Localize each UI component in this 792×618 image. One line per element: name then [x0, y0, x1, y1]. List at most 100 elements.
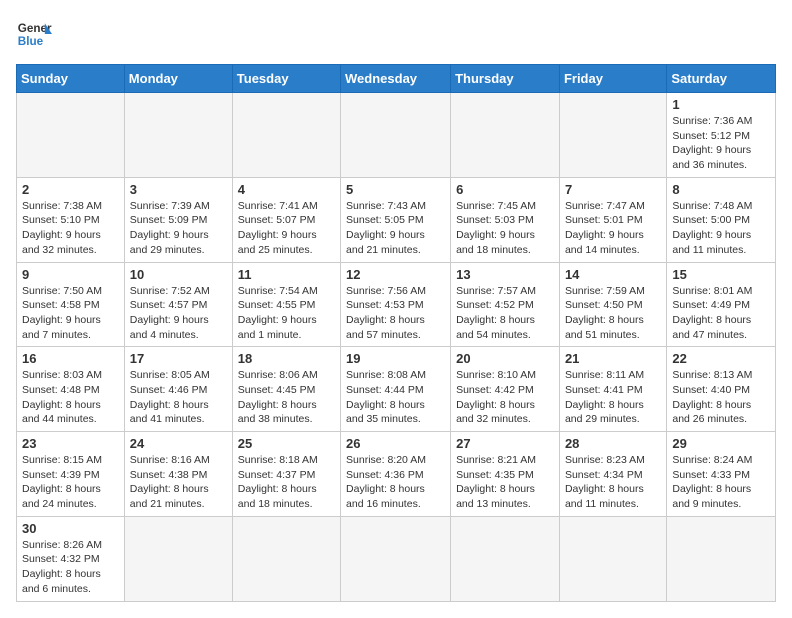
- day-cell: [451, 516, 560, 601]
- day-info: Sunrise: 7:45 AM Sunset: 5:03 PM Dayligh…: [456, 199, 554, 258]
- day-number: 7: [565, 182, 661, 197]
- week-row-2: 2Sunrise: 7:38 AM Sunset: 5:10 PM Daylig…: [17, 177, 776, 262]
- day-info: Sunrise: 7:41 AM Sunset: 5:07 PM Dayligh…: [238, 199, 335, 258]
- week-row-1: 1 Sunrise: 7:36 AM Sunset: 5:12 PM Daylig…: [17, 93, 776, 178]
- day-number: 12: [346, 267, 445, 282]
- day-cell: [124, 93, 232, 178]
- weekday-header-sunday: Sunday: [17, 65, 125, 93]
- day-cell: 29Sunrise: 8:24 AM Sunset: 4:33 PM Dayli…: [667, 432, 776, 517]
- day-number: 8: [672, 182, 770, 197]
- day-number: 6: [456, 182, 554, 197]
- weekday-header-saturday: Saturday: [667, 65, 776, 93]
- day-number: 18: [238, 351, 335, 366]
- day-info: Sunrise: 7:48 AM Sunset: 5:00 PM Dayligh…: [672, 199, 770, 258]
- weekday-header-tuesday: Tuesday: [232, 65, 340, 93]
- week-row-5: 23 Sunrise: 8:15 AM Sunset: 4:39 PM Dayli…: [17, 432, 776, 517]
- day-info: Sunrise: 8:05 AM Sunset: 4:46 PM Dayligh…: [130, 368, 227, 427]
- day-cell: 13 Sunrise: 7:57 AM Sunset: 4:52 PM Dayli…: [451, 262, 560, 347]
- day-info: Sunrise: 8:15 AM Sunset: 4:39 PM Dayligh…: [22, 453, 119, 512]
- day-cell: [232, 516, 340, 601]
- day-info: Sunrise: 7:39 AM Sunset: 5:09 PM Dayligh…: [130, 199, 227, 258]
- day-cell: [451, 93, 560, 178]
- day-cell: [124, 516, 232, 601]
- day-cell: 20 Sunrise: 8:10 AM Sunset: 4:42 PM Dayli…: [451, 347, 560, 432]
- day-info: Sunrise: 8:18 AM Sunset: 4:37 PM Dayligh…: [238, 453, 335, 512]
- day-info: Sunrise: 8:01 AM Sunset: 4:49 PM Dayligh…: [672, 284, 770, 343]
- day-number: 21: [565, 351, 661, 366]
- week-row-3: 9 Sunrise: 7:50 AM Sunset: 4:58 PM Daylig…: [17, 262, 776, 347]
- day-number: 3: [130, 182, 227, 197]
- day-cell: 27 Sunrise: 8:21 AM Sunset: 4:35 PM Dayli…: [451, 432, 560, 517]
- day-info: Sunrise: 8:11 AM Sunset: 4:41 PM Dayligh…: [565, 368, 661, 427]
- day-cell: 7Sunrise: 7:47 AM Sunset: 5:01 PM Daylig…: [559, 177, 666, 262]
- weekday-header-friday: Friday: [559, 65, 666, 93]
- day-number: 19: [346, 351, 445, 366]
- weekday-header-monday: Monday: [124, 65, 232, 93]
- day-number: 10: [130, 267, 227, 282]
- day-cell: 2Sunrise: 7:38 AM Sunset: 5:10 PM Daylig…: [17, 177, 125, 262]
- day-info: Sunrise: 7:50 AM Sunset: 4:58 PM Dayligh…: [22, 284, 119, 343]
- day-cell: 9 Sunrise: 7:50 AM Sunset: 4:58 PM Daylig…: [17, 262, 125, 347]
- day-info: Sunrise: 7:36 AM Sunset: 5:12 PM Dayligh…: [672, 114, 770, 173]
- day-info: Sunrise: 8:10 AM Sunset: 4:42 PM Dayligh…: [456, 368, 554, 427]
- day-cell: 18Sunrise: 8:06 AM Sunset: 4:45 PM Dayli…: [232, 347, 340, 432]
- day-cell: 10 Sunrise: 7:52 AM Sunset: 4:57 PM Dayli…: [124, 262, 232, 347]
- day-cell: 22 Sunrise: 8:13 AM Sunset: 4:40 PM Dayli…: [667, 347, 776, 432]
- day-cell: [341, 516, 451, 601]
- day-cell: 23 Sunrise: 8:15 AM Sunset: 4:39 PM Dayli…: [17, 432, 125, 517]
- svg-text:Blue: Blue: [18, 35, 44, 48]
- day-number: 14: [565, 267, 661, 282]
- week-row-6: 30Sunrise: 8:26 AM Sunset: 4:32 PM Dayli…: [17, 516, 776, 601]
- day-info: Sunrise: 8:24 AM Sunset: 4:33 PM Dayligh…: [672, 453, 770, 512]
- day-number: 4: [238, 182, 335, 197]
- day-info: Sunrise: 8:21 AM Sunset: 4:35 PM Dayligh…: [456, 453, 554, 512]
- day-cell: 30Sunrise: 8:26 AM Sunset: 4:32 PM Dayli…: [17, 516, 125, 601]
- day-number: 23: [22, 436, 119, 451]
- day-cell: 17Sunrise: 8:05 AM Sunset: 4:46 PM Dayli…: [124, 347, 232, 432]
- day-info: Sunrise: 7:43 AM Sunset: 5:05 PM Dayligh…: [346, 199, 445, 258]
- weekday-header-thursday: Thursday: [451, 65, 560, 93]
- day-cell: 6 Sunrise: 7:45 AM Sunset: 5:03 PM Daylig…: [451, 177, 560, 262]
- day-info: Sunrise: 8:08 AM Sunset: 4:44 PM Dayligh…: [346, 368, 445, 427]
- day-number: 15: [672, 267, 770, 282]
- day-info: Sunrise: 8:13 AM Sunset: 4:40 PM Dayligh…: [672, 368, 770, 427]
- logo: General Blue: [16, 16, 56, 52]
- day-number: 9: [22, 267, 119, 282]
- day-info: Sunrise: 8:23 AM Sunset: 4:34 PM Dayligh…: [565, 453, 661, 512]
- day-number: 27: [456, 436, 554, 451]
- day-cell: 28Sunrise: 8:23 AM Sunset: 4:34 PM Dayli…: [559, 432, 666, 517]
- day-cell: [667, 516, 776, 601]
- weekday-header-wednesday: Wednesday: [341, 65, 451, 93]
- day-number: 25: [238, 436, 335, 451]
- day-cell: 25 Sunrise: 8:18 AM Sunset: 4:37 PM Dayli…: [232, 432, 340, 517]
- day-cell: 26 Sunrise: 8:20 AM Sunset: 4:36 PM Dayli…: [341, 432, 451, 517]
- day-info: Sunrise: 7:56 AM Sunset: 4:53 PM Dayligh…: [346, 284, 445, 343]
- day-cell: [559, 516, 666, 601]
- day-info: Sunrise: 8:03 AM Sunset: 4:48 PM Dayligh…: [22, 368, 119, 427]
- day-number: 5: [346, 182, 445, 197]
- day-cell: 12 Sunrise: 7:56 AM Sunset: 4:53 PM Dayli…: [341, 262, 451, 347]
- day-number: 20: [456, 351, 554, 366]
- day-number: 1: [672, 97, 770, 112]
- weekday-header-row: SundayMondayTuesdayWednesdayThursdayFrid…: [17, 65, 776, 93]
- day-cell: 3 Sunrise: 7:39 AM Sunset: 5:09 PM Daylig…: [124, 177, 232, 262]
- day-number: 30: [22, 521, 119, 536]
- day-info: Sunrise: 8:16 AM Sunset: 4:38 PM Dayligh…: [130, 453, 227, 512]
- day-info: Sunrise: 7:52 AM Sunset: 4:57 PM Dayligh…: [130, 284, 227, 343]
- day-number: 13: [456, 267, 554, 282]
- day-cell: 19 Sunrise: 8:08 AM Sunset: 4:44 PM Dayli…: [341, 347, 451, 432]
- day-cell: 14 Sunrise: 7:59 AM Sunset: 4:50 PM Dayli…: [559, 262, 666, 347]
- day-number: 11: [238, 267, 335, 282]
- day-number: 26: [346, 436, 445, 451]
- day-number: 16: [22, 351, 119, 366]
- day-cell: 16 Sunrise: 8:03 AM Sunset: 4:48 PM Dayli…: [17, 347, 125, 432]
- day-info: Sunrise: 8:20 AM Sunset: 4:36 PM Dayligh…: [346, 453, 445, 512]
- day-info: Sunrise: 7:59 AM Sunset: 4:50 PM Dayligh…: [565, 284, 661, 343]
- day-info: Sunrise: 7:57 AM Sunset: 4:52 PM Dayligh…: [456, 284, 554, 343]
- day-cell: 15 Sunrise: 8:01 AM Sunset: 4:49 PM Dayli…: [667, 262, 776, 347]
- day-cell: [17, 93, 125, 178]
- logo-icon: General Blue: [16, 16, 52, 52]
- day-number: 22: [672, 351, 770, 366]
- day-cell: 11Sunrise: 7:54 AM Sunset: 4:55 PM Dayli…: [232, 262, 340, 347]
- day-cell: 1 Sunrise: 7:36 AM Sunset: 5:12 PM Daylig…: [667, 93, 776, 178]
